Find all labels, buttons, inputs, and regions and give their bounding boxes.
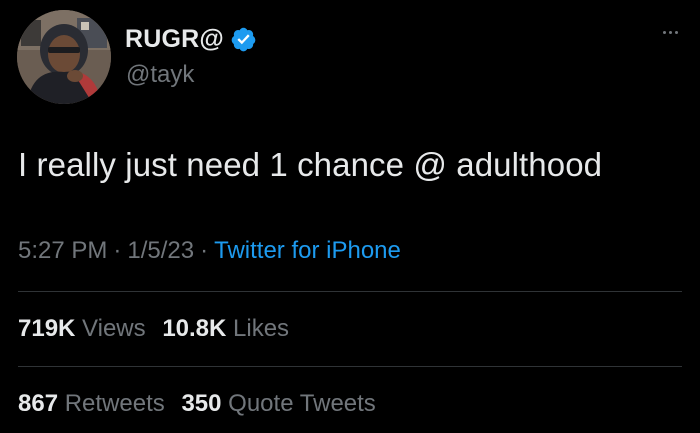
views-label: Views (82, 315, 146, 342)
meta-separator: · (200, 237, 209, 264)
quote-tweets-stat[interactable]: 350 Quote Tweets (181, 390, 375, 417)
avatar[interactable] (17, 10, 111, 104)
quotes-label: Quote Tweets (228, 390, 376, 417)
avatar-photo (17, 10, 111, 104)
display-name[interactable]: RUGR@ (125, 25, 224, 54)
tweet-time[interactable]: 5:27 PM (18, 237, 107, 264)
stats-row-retweets-quotes: 867 Retweets 350 Quote Tweets (18, 390, 386, 418)
tweet-source-link[interactable]: Twitter for iPhone (214, 237, 401, 264)
tweet-card: RUGR@ @tayk I really just need 1 chance … (0, 0, 700, 433)
views-count: 719K (18, 315, 76, 342)
divider (18, 366, 682, 367)
author-name-row: RUGR@ (125, 25, 257, 54)
stats-row-views-likes: 719K Views 10.8K Likes (18, 315, 299, 343)
tweet-text: I really just need 1 chance @ adulthood (18, 146, 603, 183)
retweets-label: Retweets (64, 390, 165, 417)
meta-separator: · (113, 237, 122, 264)
likes-stat[interactable]: 10.8K Likes (162, 315, 289, 342)
verified-badge-icon (231, 27, 256, 52)
retweets-stat[interactable]: 867 Retweets (18, 390, 165, 417)
likes-count: 10.8K (162, 315, 227, 342)
tweet-date[interactable]: 1/5/23 (127, 237, 194, 264)
views-stat[interactable]: 719K Views (18, 315, 146, 342)
more-options-icon[interactable] (663, 31, 678, 34)
retweets-count: 867 (18, 390, 59, 417)
divider (18, 291, 682, 292)
author-handle[interactable]: @tayk (126, 61, 194, 89)
likes-label: Likes (233, 315, 290, 342)
quotes-count: 350 (181, 390, 222, 417)
tweet-meta: 5:27 PM · 1/5/23 · Twitter for iPhone (18, 237, 401, 265)
